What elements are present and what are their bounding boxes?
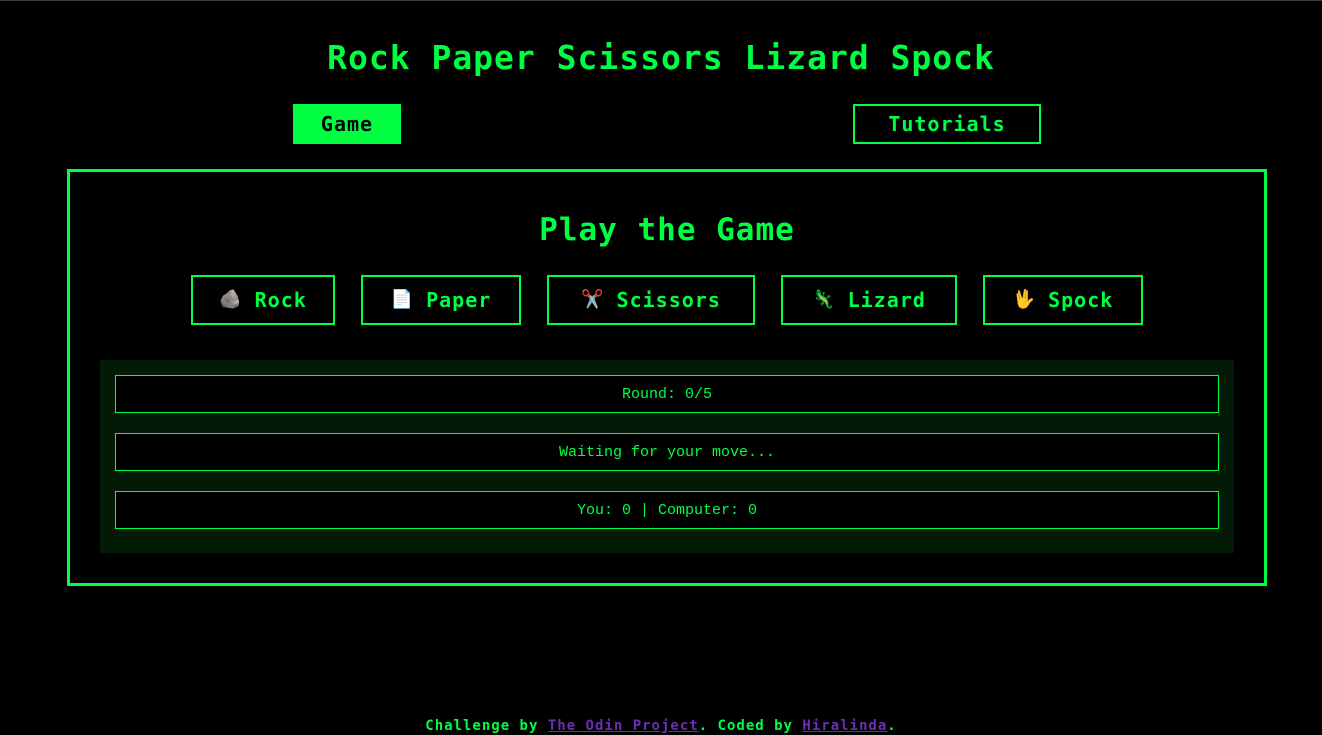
nav-game-button[interactable]: Game (293, 104, 401, 144)
author-link[interactable]: Hiralinda (802, 718, 887, 734)
footer-middle: . Coded by (698, 718, 803, 734)
odin-project-link[interactable]: The Odin Project (548, 718, 699, 734)
game-panel: Play the Game 🪨 Rock 📄 Paper ✂️ Scissors… (67, 169, 1267, 586)
page-title: Rock Paper Scissors Lizard Spock (327, 38, 995, 77)
nav-tutorials-button[interactable]: Tutorials (853, 104, 1041, 144)
lizard-label: Lizard (847, 288, 926, 312)
paper-icon: 📄 (390, 289, 415, 310)
vulcan-salute-icon: 🖖 (1012, 289, 1037, 310)
round-counter: Round: 0/5 (115, 375, 1219, 413)
footer-prefix: Challenge by (425, 718, 548, 734)
paper-label: Paper (426, 288, 492, 312)
results-area: Round: 0/5 Waiting for your move... You:… (100, 360, 1234, 553)
paper-button[interactable]: 📄 Paper (361, 275, 521, 325)
spock-button[interactable]: 🖖 Spock (983, 275, 1143, 325)
rock-icon: 🪨 (219, 289, 243, 310)
scissors-icon: ✂️ (581, 289, 605, 310)
top-rule (0, 0, 1322, 1)
lizard-button[interactable]: 🦎 Lizard (781, 275, 957, 325)
rock-button[interactable]: 🪨 Rock (191, 275, 335, 325)
game-heading: Play the Game (539, 212, 795, 248)
scissors-button[interactable]: ✂️ Scissors (547, 275, 755, 325)
score-display: You: 0 | Computer: 0 (115, 491, 1219, 529)
scissors-label: Scissors (616, 288, 721, 312)
lizard-icon: 🦎 (812, 289, 836, 310)
status-message: Waiting for your move... (115, 433, 1219, 471)
spock-label: Spock (1048, 288, 1114, 312)
rock-label: Rock (254, 288, 307, 312)
footer-suffix: . (887, 718, 897, 734)
footer: Challenge by The Odin Project. Coded by … (0, 718, 1322, 734)
